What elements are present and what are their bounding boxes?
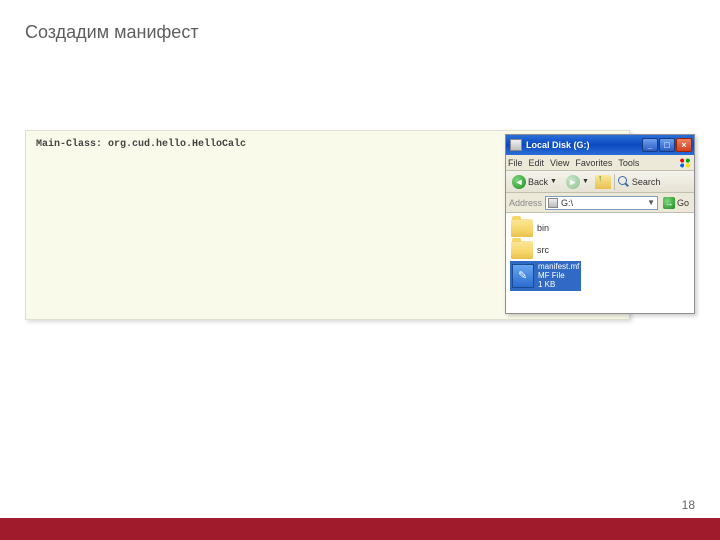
manifest-file-details: manifest.mf MF File 1 KB	[538, 263, 579, 289]
menu-file[interactable]: File	[508, 158, 523, 168]
titlebar[interactable]: Local Disk (G:) _ □ ×	[506, 135, 694, 155]
file-list[interactable]: bin src manifest.mf MF File 1 KB	[506, 213, 694, 313]
menu-view[interactable]: View	[550, 158, 569, 168]
minimize-button[interactable]: _	[642, 138, 658, 152]
folder-icon	[511, 219, 533, 237]
back-label: Back	[528, 177, 548, 187]
address-label: Address	[509, 198, 542, 208]
menu-favorites[interactable]: Favorites	[575, 158, 612, 168]
folder-bin-label: bin	[537, 223, 549, 233]
slide-title: Создадим манифест	[25, 22, 199, 43]
forward-chevron-icon: ▼	[582, 178, 589, 185]
back-button[interactable]: ◄ Back ▼	[509, 174, 560, 190]
go-label: Go	[677, 198, 689, 208]
address-dropdown-icon[interactable]: ▼	[647, 198, 655, 207]
go-arrow-icon: →	[663, 197, 675, 209]
toolbar-separator	[614, 174, 615, 190]
back-arrow-icon: ◄	[512, 175, 526, 189]
search-icon	[618, 176, 630, 188]
manifest-size: 1 KB	[538, 281, 579, 290]
search-button[interactable]: Search	[618, 176, 661, 188]
menu-edit[interactable]: Edit	[529, 158, 545, 168]
forward-arrow-icon: ►	[566, 175, 580, 189]
content-area: Main-Class: org.cud.hello.HelloCalc Loca…	[25, 130, 695, 320]
manifest-file-icon	[512, 264, 534, 288]
list-item[interactable]: bin	[510, 217, 690, 239]
folder-src-label: src	[537, 245, 549, 255]
back-chevron-icon: ▼	[550, 178, 557, 185]
menubar: File Edit View Favorites Tools	[506, 155, 694, 171]
drive-small-icon	[548, 198, 558, 208]
toolbar: ◄ Back ▼ ► ▼ Search	[506, 171, 694, 193]
windows-flag-icon	[678, 157, 692, 169]
forward-button[interactable]: ► ▼	[563, 174, 592, 190]
list-item[interactable]: src	[510, 239, 690, 261]
list-item-selected[interactable]: manifest.mf MF File 1 KB	[510, 261, 581, 291]
address-field[interactable]: G:\ ▼	[545, 196, 658, 210]
explorer-window: Local Disk (G:) _ □ × File Edit View Fav…	[505, 134, 695, 314]
addressbar: Address G:\ ▼ → Go	[506, 193, 694, 213]
page-number: 18	[682, 498, 695, 512]
folder-icon	[511, 241, 533, 259]
window-title: Local Disk (G:)	[526, 140, 642, 150]
footer-bar	[0, 518, 720, 540]
drive-icon	[510, 139, 522, 151]
search-label: Search	[632, 177, 661, 187]
close-button[interactable]: ×	[676, 138, 692, 152]
maximize-button[interactable]: □	[659, 138, 675, 152]
address-path: G:\	[561, 198, 573, 208]
go-button[interactable]: → Go	[661, 196, 691, 210]
up-button[interactable]	[595, 175, 611, 189]
menu-tools[interactable]: Tools	[618, 158, 639, 168]
